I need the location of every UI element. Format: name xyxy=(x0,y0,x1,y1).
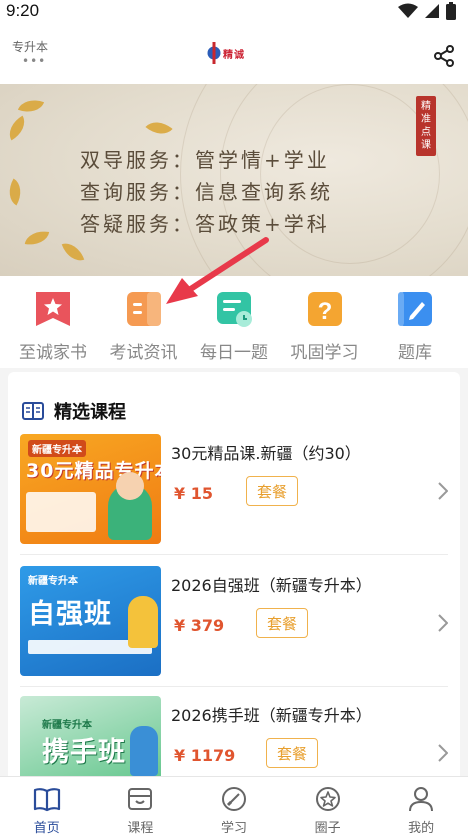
bookmark-book-icon xyxy=(36,292,70,326)
ginkgo-leaf xyxy=(61,238,85,266)
thumb-tag: 新疆专升本 xyxy=(28,576,78,587)
thumb-title: 携手班 xyxy=(42,737,126,768)
banner-line-2: 查询服务：信息查询系统 xyxy=(80,180,333,204)
battery-icon xyxy=(446,2,456,20)
divider xyxy=(20,554,448,555)
ginkgo-leaf xyxy=(24,228,50,248)
status-time: 9:20 xyxy=(6,1,40,20)
featured-courses: 精选课程 新疆专升本 30元精品专升本 30元精品课.新疆（约30） ¥ 15 … xyxy=(8,372,460,782)
ginkgo-leaf xyxy=(145,114,173,142)
promo-banner[interactable]: 双导服务：管学情+学业 查询服务：信息查询系统 答疑服务：答政策+学科 精 准 … xyxy=(0,84,468,276)
nav-course[interactable]: 课程 xyxy=(94,777,188,837)
ginkgo-leaf xyxy=(2,178,28,206)
signal-icon xyxy=(425,4,439,18)
course-tag: 套餐 xyxy=(266,738,319,768)
bottom-nav: 首页 课程 学习 圈子 我的 xyxy=(0,776,468,837)
course-icon xyxy=(128,788,153,810)
nav-label: 首页 xyxy=(33,821,60,836)
quick-menu: 至诚家书 考试资讯 每日一题 ? 巩固学习 题库 xyxy=(0,276,468,368)
seal-char: 点 xyxy=(421,127,431,138)
quick-label: 巩固学习 xyxy=(290,343,359,363)
nav-label: 学习 xyxy=(220,821,247,836)
quick-item-daily-question[interactable]: 每日一题 xyxy=(189,276,279,368)
wifi-icon xyxy=(398,3,418,18)
ginkgo-leaf xyxy=(17,94,45,118)
quick-label: 考试资讯 xyxy=(109,343,178,363)
course-tag: 套餐 xyxy=(256,608,309,638)
nav-label: 课程 xyxy=(127,821,154,836)
tenant-switcher[interactable]: 专升本 xyxy=(12,38,48,55)
nav-home[interactable]: 首页 xyxy=(0,777,94,837)
quick-label: 每日一题 xyxy=(200,343,268,363)
course-thumbnail: 新疆专升本 30元精品专升本 xyxy=(20,434,161,544)
quick-item-letters[interactable]: 至诚家书 xyxy=(8,276,98,368)
status-bar: 9:20 xyxy=(0,0,468,22)
seal-char: 精 xyxy=(421,101,431,112)
profile-icon xyxy=(409,787,434,812)
course-item[interactable]: 新疆专升本 30元精品专升本 30元精品课.新疆（约30） ¥ 15 套餐 xyxy=(20,434,448,546)
seal-char: 课 xyxy=(421,140,431,151)
brand-logo: 精诚 xyxy=(207,38,263,68)
question-mark-icon: ? xyxy=(307,292,342,326)
section-header: 精选课程 xyxy=(22,398,126,424)
course-price: ¥ 379 xyxy=(174,616,225,635)
logo-globe-icon xyxy=(207,42,221,64)
nav-label: 我的 xyxy=(408,821,435,836)
course-thumbnail: 新疆专升本 携手班 xyxy=(20,696,161,782)
chevron-right-icon[interactable] xyxy=(438,614,448,632)
course-item[interactable]: 新疆专升本 携手班 2026携手班（新疆专升本） ¥ 1179 套餐 xyxy=(20,696,448,782)
course-item[interactable]: 新疆专升本 自强班 2026自强班（新疆专升本） ¥ 379 套餐 xyxy=(20,566,448,678)
thumb-tag: 新疆专升本 xyxy=(42,720,92,731)
share-icon[interactable] xyxy=(432,44,456,68)
course-thumbnail: 新疆专升本 自强班 xyxy=(20,566,161,676)
chevron-right-icon[interactable] xyxy=(438,482,448,500)
section-title: 精选课程 xyxy=(54,402,126,423)
nav-circle[interactable]: 圈子 xyxy=(281,777,375,837)
status-icons xyxy=(398,2,456,20)
quick-item-question-bank[interactable]: 题库 xyxy=(370,276,460,368)
banner-seal: 精 准 点 课 xyxy=(416,96,436,156)
exam-news-icon xyxy=(126,292,161,326)
ginkgo-leaf xyxy=(3,115,31,141)
banner-line-3: 答疑服务：答政策+学科 xyxy=(80,212,330,236)
list-icon xyxy=(22,402,44,420)
divider xyxy=(20,686,448,687)
quick-item-exam-news[interactable]: 考试资讯 xyxy=(99,276,189,368)
course-name: 2026自强班（新疆专升本） xyxy=(171,576,372,595)
course-price: ¥ 15 xyxy=(174,484,213,503)
nav-study[interactable]: 学习 xyxy=(187,777,281,837)
app-header: 专升本 ••• 精诚 xyxy=(0,22,468,84)
nav-label: 圈子 xyxy=(314,821,341,836)
seal-char: 准 xyxy=(421,114,431,125)
banner-line-1: 双导服务：管学情+学业 xyxy=(80,148,330,172)
thumb-character xyxy=(130,726,158,776)
quick-label: 题库 xyxy=(398,343,432,363)
course-name: 30元精品课.新疆（约30） xyxy=(171,444,361,463)
question-bank-icon xyxy=(398,292,432,326)
thumb-tag: 新疆专升本 xyxy=(28,440,86,457)
banner-decoration xyxy=(260,84,440,264)
circle-star-icon xyxy=(315,787,340,811)
thumb-character xyxy=(128,596,158,648)
quick-label: 至诚家书 xyxy=(19,343,87,363)
tenant-more-icon[interactable]: ••• xyxy=(22,54,46,68)
study-icon xyxy=(221,787,246,811)
logo-text: 精诚 xyxy=(223,49,245,61)
chevron-right-icon[interactable] xyxy=(438,744,448,762)
course-price: ¥ 1179 xyxy=(174,746,236,765)
quick-item-consolidate[interactable]: ? 巩固学习 xyxy=(280,276,370,368)
nav-profile[interactable]: 我的 xyxy=(374,777,468,837)
course-name: 2026携手班（新疆专升本） xyxy=(171,706,372,725)
thumb-character-head xyxy=(116,472,144,500)
home-book-icon xyxy=(33,788,60,812)
svg-text:?: ? xyxy=(317,298,332,325)
course-tag: 套餐 xyxy=(246,476,299,506)
thumb-title: 自强班 xyxy=(28,599,112,630)
thumb-decoration xyxy=(26,492,96,532)
daily-question-icon xyxy=(217,292,252,327)
